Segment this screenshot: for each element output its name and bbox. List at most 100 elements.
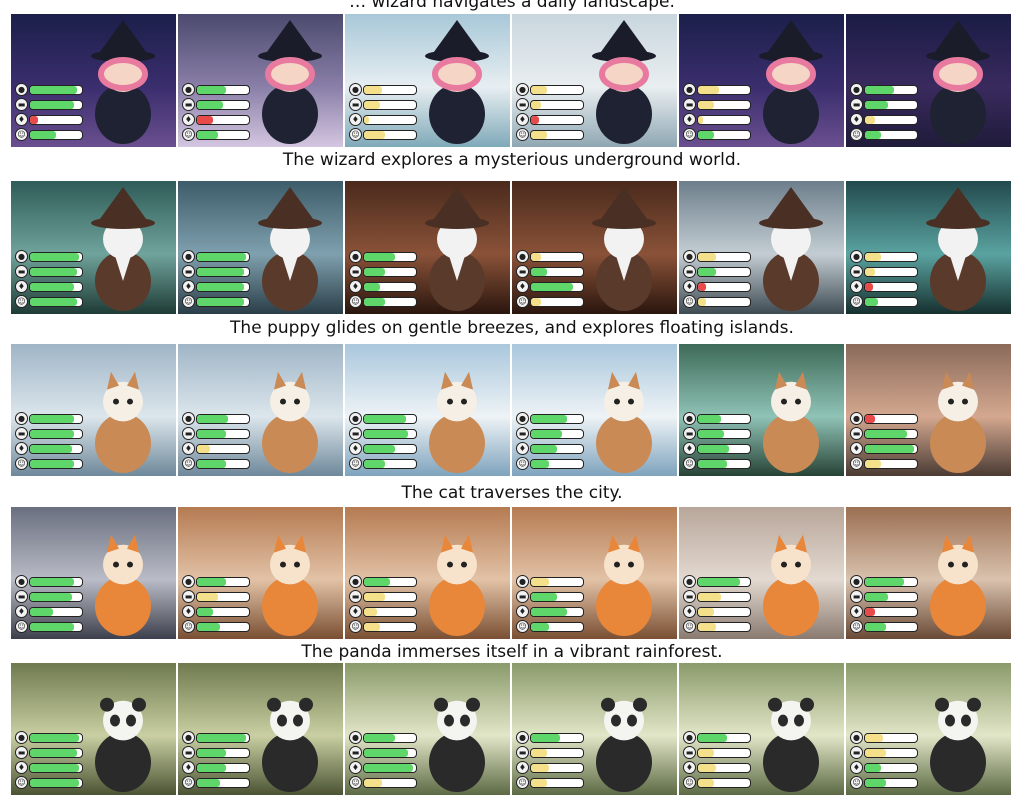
stat-row: ▬: [683, 590, 751, 603]
stat-bar-fill: [865, 734, 884, 742]
stat-bar-fill: [531, 298, 542, 306]
health-icon: ♦: [683, 442, 696, 455]
stat-row: ●: [182, 575, 250, 588]
stat-bar-fill: [531, 779, 547, 787]
stat-bar: [864, 297, 918, 307]
stat-bar-fill: [197, 283, 244, 291]
energy-icon: ▬: [349, 98, 362, 111]
mood-icon: ☺: [15, 457, 28, 470]
food-icon: ●: [683, 250, 696, 263]
stat-row: ●: [15, 575, 83, 588]
stat-bar: [196, 85, 250, 95]
stat-bar-fill: [865, 283, 873, 291]
stat-bar-fill: [30, 608, 54, 616]
story-frame: ● ▬ ♦ ☺: [679, 14, 844, 147]
stat-bar-fill: [698, 608, 714, 616]
mood-icon: ☺: [516, 128, 529, 141]
stat-bar-fill: [865, 608, 876, 616]
stat-bar: [697, 444, 751, 454]
stat-row: ☺: [850, 620, 918, 633]
stat-bar: [864, 282, 918, 292]
energy-icon: ▬: [516, 265, 529, 278]
health-icon: ♦: [516, 761, 529, 774]
stat-bar: [697, 130, 751, 140]
energy-icon: ▬: [683, 427, 696, 440]
stat-bar: [697, 733, 751, 743]
stat-row: ●: [850, 250, 918, 263]
stat-bar: [363, 115, 417, 125]
stat-bar-fill: [197, 101, 223, 109]
stat-bar-fill: [698, 623, 717, 631]
stat-row: ☺: [349, 776, 417, 789]
stat-bar: [196, 577, 250, 587]
stat-bar: [196, 778, 250, 788]
stat-bar-fill: [698, 593, 722, 601]
row-caption: The puppy glides on gentle breezes, and …: [230, 318, 794, 338]
mood-icon: ☺: [850, 295, 863, 308]
story-frame: ● ▬ ♦ ☺: [512, 14, 677, 147]
stat-bar: [29, 748, 83, 758]
stat-bar: [363, 85, 417, 95]
stat-bar: [29, 592, 83, 602]
mood-icon: ☺: [15, 295, 28, 308]
health-icon: ♦: [182, 605, 195, 618]
stat-bar-fill: [865, 430, 907, 438]
stat-bar: [29, 763, 83, 773]
stat-row: ♦: [182, 442, 250, 455]
stat-bar-fill: [865, 578, 904, 586]
mood-icon: ☺: [683, 128, 696, 141]
stat-row: ☺: [349, 457, 417, 470]
stat-row: ♦: [683, 113, 751, 126]
stat-bar-fill: [30, 298, 77, 306]
mood-icon: ☺: [850, 620, 863, 633]
stat-bar-fill: [698, 764, 717, 772]
stat-bar-fill: [197, 593, 218, 601]
stat-bar-fill: [865, 779, 886, 787]
stat-bar: [363, 297, 417, 307]
story-frame: ● ▬ ♦ ☺: [679, 507, 844, 639]
stat-bar: [363, 459, 417, 469]
story-frame: ● ▬ ♦ ☺: [345, 663, 510, 795]
stat-bar-fill: [865, 131, 881, 139]
stat-bar: [697, 748, 751, 758]
stat-row: ☺: [349, 295, 417, 308]
stat-bar-fill: [197, 86, 226, 94]
stat-bar-fill: [698, 578, 740, 586]
stat-row: ☺: [683, 128, 751, 141]
stat-row: ●: [182, 412, 250, 425]
food-icon: ●: [349, 250, 362, 263]
stat-row: ●: [516, 412, 584, 425]
stat-bar-fill: [197, 578, 226, 586]
mood-icon: ☺: [683, 457, 696, 470]
mood-icon: ☺: [850, 128, 863, 141]
stat-bar-fill: [698, 298, 706, 306]
health-icon: ♦: [516, 280, 529, 293]
stat-row: ♦: [516, 280, 584, 293]
stat-bar: [29, 607, 83, 617]
stat-bar-fill: [30, 415, 75, 423]
stat-row: ♦: [516, 605, 584, 618]
health-icon: ♦: [15, 605, 28, 618]
story-frame: ● ▬ ♦ ☺: [512, 344, 677, 476]
stat-bar: [697, 267, 751, 277]
mood-icon: ☺: [182, 776, 195, 789]
health-icon: ♦: [15, 761, 28, 774]
stat-bar-fill: [30, 101, 75, 109]
stat-bar: [29, 429, 83, 439]
stat-bar: [864, 763, 918, 773]
energy-icon: ▬: [182, 98, 195, 111]
stat-bar-fill: [197, 131, 218, 139]
stat-row: ●: [349, 250, 417, 263]
stat-bar-fill: [197, 268, 244, 276]
stat-row: ♦: [182, 113, 250, 126]
row-caption: The panda immerses itself in a vibrant r…: [301, 642, 723, 662]
stat-bar: [196, 607, 250, 617]
mood-icon: ☺: [15, 776, 28, 789]
stat-row: ♦: [850, 761, 918, 774]
stat-bar-fill: [698, 445, 730, 453]
stat-bar: [363, 748, 417, 758]
stat-bar: [697, 282, 751, 292]
energy-icon: ▬: [182, 590, 195, 603]
health-icon: ♦: [349, 442, 362, 455]
stat-bar: [864, 459, 918, 469]
